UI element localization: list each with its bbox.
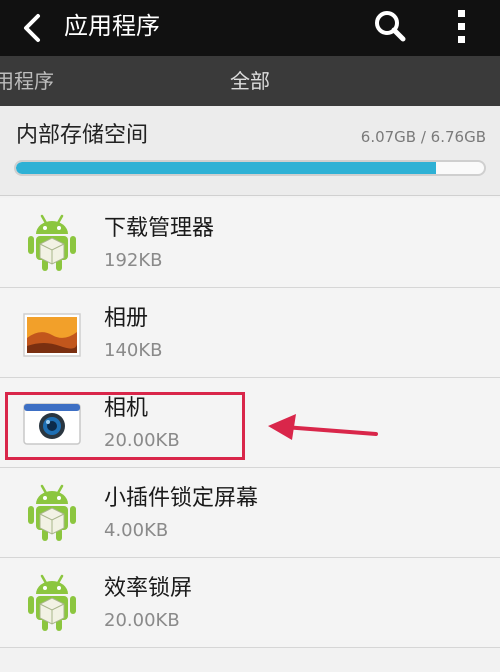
android-icon xyxy=(28,574,76,631)
overflow-menu-icon[interactable] xyxy=(448,8,476,46)
storage-progress-fill xyxy=(16,162,437,174)
storage-panel: 内部存储空间 6.07GB / 6.76GB xyxy=(0,106,500,196)
action-bar: 应用程序 xyxy=(0,0,500,56)
tab-bar: 用程序 全部 xyxy=(0,56,500,106)
arrow-left-icon xyxy=(268,414,378,440)
app-name: 小插件锁定屏幕 xyxy=(104,486,259,511)
app-size: 4.00KB xyxy=(104,520,169,541)
back-arrow-icon[interactable] xyxy=(18,12,48,44)
app-size: 140KB xyxy=(104,340,163,361)
storage-amount: 6.07GB / 6.76GB xyxy=(360,128,486,146)
app-size: 192KB xyxy=(104,250,163,271)
gallery-icon xyxy=(23,313,81,357)
highlight-box xyxy=(5,392,245,460)
android-icon xyxy=(28,484,76,541)
app-name: 相册 xyxy=(104,306,149,331)
app-size: 20.00KB xyxy=(104,610,180,631)
list-item-efficiency-lock[interactable]: 效率锁屏 20.00KB xyxy=(0,558,500,648)
list-item-download-manager[interactable]: 下载管理器 192KB xyxy=(0,198,500,288)
list-item-gallery[interactable]: 相册 140KB xyxy=(0,288,500,378)
android-icon xyxy=(28,214,76,271)
search-icon[interactable] xyxy=(372,8,408,44)
app-name: 效率锁屏 xyxy=(104,576,193,601)
tab-apps[interactable]: 用程序 xyxy=(0,66,54,96)
page-title: 应用程序 xyxy=(64,12,160,40)
tab-all[interactable]: 全部 xyxy=(230,66,270,96)
storage-title: 内部存储空间 xyxy=(16,123,149,148)
list-item-lock-widget[interactable]: 小插件锁定屏幕 4.00KB xyxy=(0,468,500,558)
app-name: 下载管理器 xyxy=(104,216,215,241)
storage-progress-bar xyxy=(14,160,486,176)
